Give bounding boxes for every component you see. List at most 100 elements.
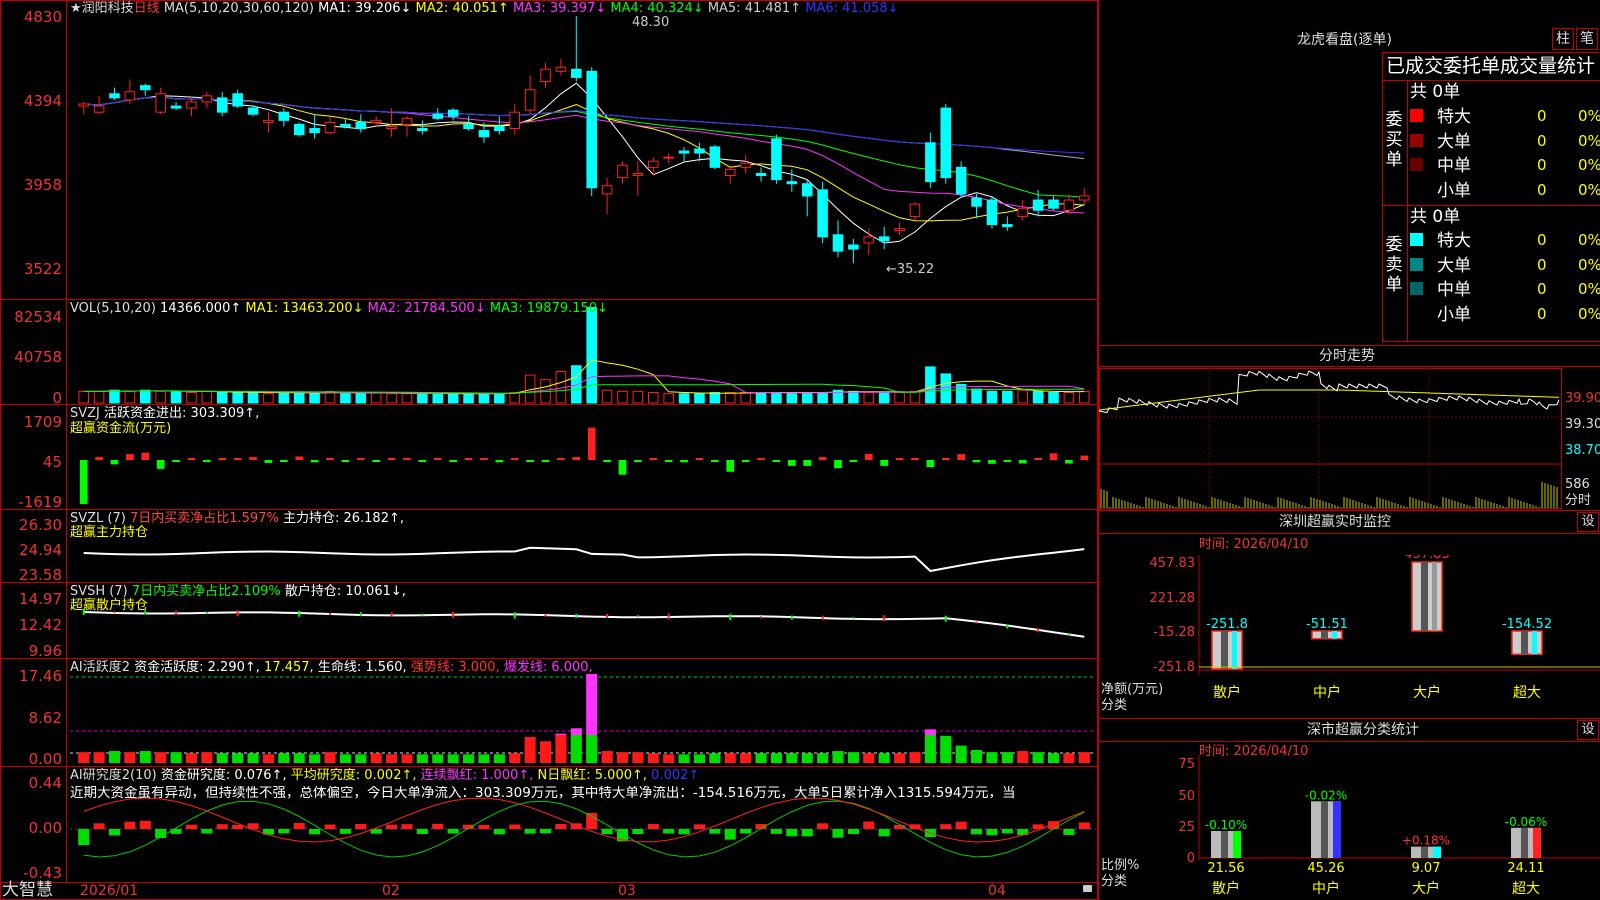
candle-body bbox=[201, 95, 213, 103]
classify-category: 散户 bbox=[1212, 880, 1240, 897]
volume-bar bbox=[370, 392, 382, 404]
monitor-bar-edge bbox=[1532, 631, 1537, 655]
tick-mode-button[interactable]: 笔 bbox=[1576, 28, 1598, 50]
monitor-axis-label: -15.28 bbox=[1153, 625, 1195, 640]
activity-bar bbox=[755, 753, 767, 763]
bar-mode-button[interactable]: 柱 bbox=[1552, 28, 1574, 50]
research-bar bbox=[1078, 822, 1090, 829]
monitor-bar-edge bbox=[1332, 631, 1337, 639]
main-chart-svg[interactable] bbox=[0, 0, 1098, 900]
fund-flow-bar bbox=[772, 460, 781, 462]
monitor-bar-shade bbox=[1321, 631, 1328, 639]
svzl-axis-label: 26.30 bbox=[19, 516, 62, 534]
monitor-bar-shade bbox=[1221, 631, 1228, 669]
fund-flow-bar bbox=[310, 460, 319, 463]
activity-bar bbox=[493, 754, 505, 763]
candle-body bbox=[386, 125, 397, 130]
fund-flow-bar bbox=[711, 460, 719, 462]
ma-label: MA(5,10,20,30,60,120) bbox=[163, 1, 314, 16]
monitor-settings-button[interactable]: 设 bbox=[1577, 512, 1599, 532]
ai2-legend: AI研究度2(10) 资金研究度: 0.076↑, 平均研究度: 0.002↑,… bbox=[70, 768, 699, 783]
monitor-axis-label: 221.28 bbox=[1150, 591, 1196, 606]
candle-body bbox=[1002, 224, 1013, 228]
fenshi-chart[interactable] bbox=[1099, 368, 1600, 510]
activity-bar bbox=[78, 752, 90, 763]
classify-bar bbox=[1511, 827, 1541, 858]
lhb-subtitle: 已成交委托单成交量统计 bbox=[1386, 55, 1596, 77]
fund-flow-bar bbox=[557, 458, 565, 460]
volume-bar bbox=[155, 390, 166, 404]
fund-flow-bar bbox=[172, 460, 180, 462]
activity-bar bbox=[647, 753, 659, 763]
buy-row: 特大 0 0% bbox=[1410, 105, 1600, 127]
activity-bar bbox=[447, 754, 459, 763]
volume-bar bbox=[817, 392, 828, 404]
svsh-sub: 超赢散户持仓 bbox=[70, 598, 149, 613]
fund-flow-bar bbox=[634, 460, 642, 462]
svzj-sub: 超赢资金流(万元) bbox=[70, 421, 172, 436]
activity-bar bbox=[709, 753, 721, 763]
volume-bar bbox=[709, 392, 721, 404]
low-mark: ←35.22 bbox=[886, 262, 935, 277]
research-bar bbox=[1063, 829, 1075, 835]
candle-body bbox=[1017, 207, 1028, 217]
volume-bar bbox=[571, 365, 582, 404]
ai2-e: 0.002↑ bbox=[651, 768, 700, 783]
monitor-bar-shade bbox=[1421, 562, 1428, 631]
classify-bar-shade bbox=[1421, 846, 1428, 858]
candle-body bbox=[447, 109, 459, 117]
classify-bar-edge bbox=[1533, 827, 1541, 858]
sell-color-swatch bbox=[1410, 233, 1423, 246]
activity-peak bbox=[586, 673, 598, 735]
fund-flow-bar bbox=[341, 460, 350, 462]
buy-pct: 0% bbox=[1578, 107, 1600, 125]
sell-qty: 0 bbox=[1537, 280, 1547, 298]
period-label[interactable]: 日线 bbox=[134, 1, 160, 16]
activity-bar bbox=[262, 754, 274, 763]
sell-name: 小单 bbox=[1437, 304, 1471, 325]
candle-body bbox=[632, 172, 644, 177]
classify-bar bbox=[1211, 830, 1241, 858]
classify-axis-label: 50 bbox=[1178, 789, 1195, 804]
sell-qty: 0 bbox=[1537, 304, 1547, 323]
lock-icon[interactable] bbox=[1083, 885, 1092, 892]
buy-name: 小单 bbox=[1437, 180, 1471, 201]
fund-flow-bar bbox=[587, 427, 596, 460]
ai2-name: AI研究度2(10) bbox=[70, 768, 157, 783]
activity-bar bbox=[370, 753, 382, 763]
fund-flow-bar bbox=[818, 457, 827, 460]
activity-bar bbox=[509, 753, 521, 763]
high-mark: 48.30 bbox=[632, 15, 670, 30]
fund-flow-bar bbox=[464, 458, 473, 460]
volume-bar bbox=[140, 389, 151, 404]
ai2-axis-label: 0.00 bbox=[28, 819, 62, 837]
fund-flow-bar bbox=[387, 458, 396, 460]
classify-settings-button[interactable]: 设 bbox=[1577, 720, 1599, 740]
candle-body bbox=[986, 199, 998, 226]
fund-flow-bar bbox=[787, 460, 796, 466]
activity-bar bbox=[247, 753, 259, 763]
activity-bar bbox=[93, 752, 105, 763]
stock-name[interactable]: ★润阳科技 bbox=[70, 1, 134, 16]
sell-pct: 0% bbox=[1578, 280, 1600, 298]
activity-bar bbox=[724, 753, 736, 763]
fund-flow-bar bbox=[603, 460, 611, 463]
buy-pct: 0% bbox=[1578, 156, 1600, 174]
activity-bar bbox=[971, 749, 983, 763]
classify-axis-label: 75 bbox=[1178, 757, 1195, 772]
classify-delta: -0.06% bbox=[1505, 815, 1547, 829]
monitor-bar bbox=[1211, 630, 1243, 670]
classify-delta: -0.10% bbox=[1205, 818, 1247, 832]
research-bar bbox=[832, 829, 844, 838]
classify-delta: +0.18% bbox=[1402, 834, 1450, 848]
research-bar bbox=[293, 823, 305, 829]
activity-bar bbox=[894, 753, 906, 763]
sell-row: 大单 0 0% bbox=[1410, 254, 1600, 276]
ma2-value: MA2: 40.051↑ bbox=[415, 1, 509, 16]
research-bar bbox=[678, 829, 690, 835]
research-bar bbox=[709, 829, 721, 834]
candle-body bbox=[309, 128, 320, 134]
activity-bar bbox=[832, 751, 844, 763]
right-panel: 龙虎看盘(逐单) 柱 笔 已成交委托单成交量统计 委买单 委卖单 共 0单 共 … bbox=[1098, 0, 1600, 900]
volume-bar bbox=[355, 393, 367, 404]
